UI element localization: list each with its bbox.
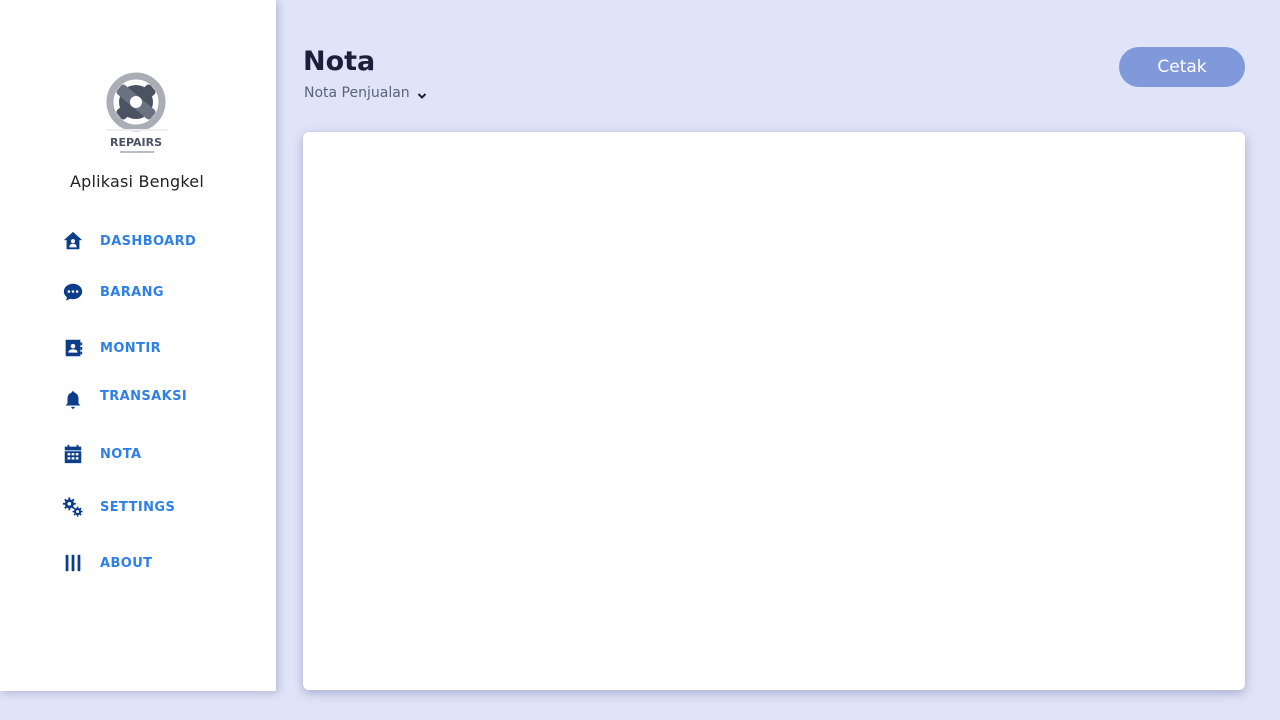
sidebar-item-label: MONTIR: [100, 340, 161, 356]
gears-icon: [58, 492, 88, 522]
sidebar-item-nota[interactable]: NOTA: [58, 439, 141, 469]
repairs-logo: REPAIRS: [96, 72, 178, 160]
sidebar-item-montir[interactable]: MONTIR: [58, 333, 161, 363]
nota-content-panel: [303, 132, 1245, 690]
logo-text: REPAIRS: [110, 136, 162, 149]
sidebar-item-label: DASHBOARD: [100, 233, 197, 249]
calendar-icon: [58, 439, 88, 469]
sidebar: REPAIRS Aplikasi Bengkel DASHBOARD BARAN…: [0, 0, 276, 691]
print-button[interactable]: Cetak: [1119, 47, 1245, 87]
contact-card-icon: [58, 333, 88, 363]
sidebar-item-label: BARANG: [100, 284, 164, 300]
sidebar-item-transaksi[interactable]: TRANSAKSI: [58, 382, 187, 412]
sidebar-item-settings[interactable]: SETTINGS: [58, 492, 175, 522]
sidebar-item-barang[interactable]: BARANG: [58, 277, 164, 307]
sidebar-item-about[interactable]: ABOUT: [58, 548, 152, 578]
app-name: Aplikasi Bengkel: [70, 172, 204, 191]
sidebar-item-label: TRANSAKSI: [100, 389, 188, 404]
sidebar-item-dashboard[interactable]: DASHBOARD: [58, 226, 196, 256]
chevron-down-icon: [416, 87, 428, 99]
bell-icon: [58, 385, 88, 415]
sidebar-item-label: NOTA: [100, 446, 142, 462]
nota-type-label: Nota Penjualan: [304, 85, 410, 101]
columns-icon: [58, 548, 88, 578]
page-title: Nota: [303, 46, 376, 77]
home-icon: [58, 226, 88, 256]
sidebar-item-label: SETTINGS: [100, 499, 176, 515]
nota-type-dropdown[interactable]: Nota Penjualan: [304, 85, 428, 101]
sidebar-item-label: ABOUT: [100, 555, 153, 571]
chat-bubble-icon: [58, 277, 88, 307]
